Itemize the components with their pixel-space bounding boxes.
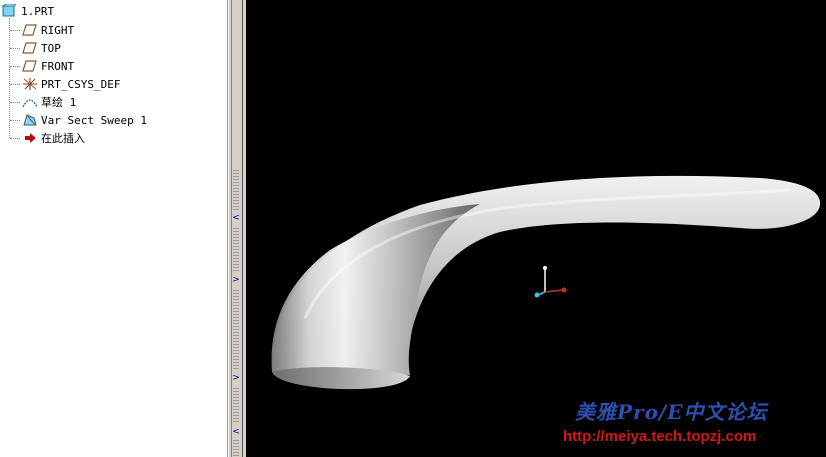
splitter-grip[interactable] [233,388,239,424]
expand-right-icon[interactable]: > [232,374,240,383]
collapse-left-icon[interactable]: < [232,214,240,223]
tree-item-label: 草绘 1 [41,96,77,109]
collapse-left-icon[interactable]: < [232,428,240,437]
tree-item-label: PRT_CSYS_DEF [41,77,121,91]
tree-item-csys[interactable]: PRT_CSYS_DEF [22,75,120,93]
tree-root[interactable]: 1.PRT [1,2,55,20]
graphics-viewport[interactable] [246,0,826,457]
watermark-title: 美雅Pro/E中文论坛 [575,400,768,424]
splitter-grip[interactable] [233,290,239,370]
datum-plane-icon [22,23,38,37]
x-axis-line [544,289,564,293]
tree-item-label: TOP [41,41,61,55]
splitter-grip[interactable] [233,440,239,457]
sweep-feature-icon [22,113,38,127]
splitter-grip[interactable] [233,228,239,272]
tree-item-label: FRONT [41,59,75,73]
insert-here-arrow-icon [22,131,38,145]
coordinate-system-icon [22,77,38,91]
z-axis-tip [534,292,540,298]
tree-item-sketch[interactable]: 草绘 1 [22,93,76,111]
x-axis-tip [561,287,567,293]
tree-item-front[interactable]: FRONT [22,57,74,75]
tree-root-label: 1.PRT [21,4,55,18]
watermark-url: http://meiya.tech.topzj.com [563,428,757,445]
tree-item-label: 在此插入 [41,132,85,145]
sketch-icon [22,95,38,109]
tree-item-insert-here[interactable]: 在此插入 [22,129,85,147]
y-axis-tip [543,266,547,270]
datum-plane-icon [22,59,38,73]
expand-right-icon[interactable]: > [232,276,240,285]
tree-item-right[interactable]: RIGHT [22,21,74,39]
splitter-grip[interactable] [233,170,239,210]
tree-item-top[interactable]: TOP [22,39,61,57]
panel-splitter[interactable]: < > > < [228,0,246,457]
swept-solid-model[interactable] [246,0,826,457]
tree-item-label: RIGHT [41,23,75,37]
tree-item-label: Var Sect Sweep 1 [41,113,147,127]
part-icon [1,3,18,18]
datum-plane-icon [22,41,38,55]
model-tree: 1.PRT RIGHT TOP FRONT PRT_CSYS_DEF 草绘 1 [0,0,228,457]
tree-item-sweep[interactable]: Var Sect Sweep 1 [22,111,147,129]
